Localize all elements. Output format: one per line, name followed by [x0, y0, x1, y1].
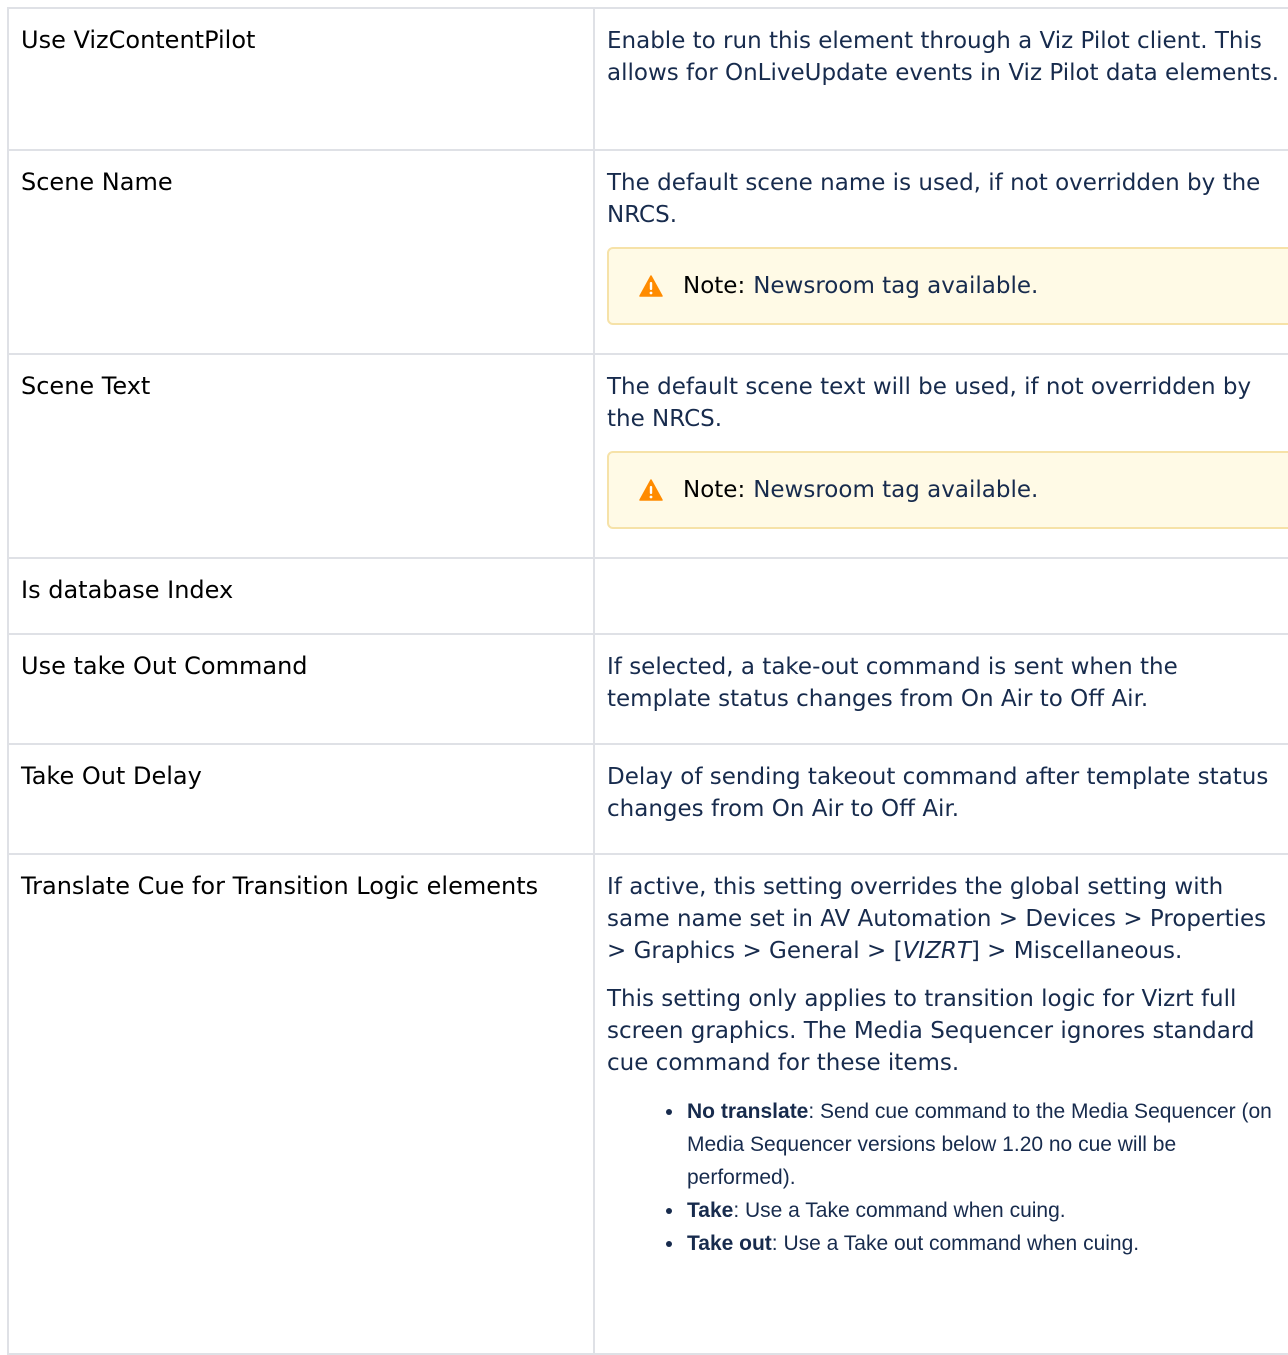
description-text-2: This setting only applies to transition … [607, 986, 1255, 1076]
table-row: Use VizContentPilot Enable to run this e… [7, 7, 1288, 151]
property-name: Take Out Delay [7, 743, 595, 855]
table-row: Is database Index [7, 557, 1288, 635]
description-text: If active, this setting overrides the gl… [607, 871, 1281, 967]
options-list: No translate: Send cue command to the Me… [607, 1095, 1281, 1260]
property-name: Scene Text [7, 353, 595, 559]
list-item: Take: Use a Take command when cuing. [685, 1194, 1281, 1227]
description-text: Enable to run this element through a Viz… [607, 28, 1280, 86]
table-row: Scene Text The default scene text will b… [7, 353, 1288, 559]
property-description: If active, this setting overrides the gl… [593, 853, 1288, 1355]
note-text: Newsroom tag available. [753, 273, 1039, 299]
option-text: : Use a Take command when cuing. [733, 1199, 1066, 1222]
property-name: Is database Index [7, 557, 595, 635]
properties-table: Use VizContentPilot Enable to run this e… [7, 7, 1288, 1355]
option-label: Take out [687, 1232, 772, 1255]
property-name: Use take Out Command [7, 633, 595, 745]
property-description: The default scene text will be used, if … [593, 353, 1288, 559]
table-row: Take Out Delay Delay of sending takeout … [7, 743, 1288, 855]
description-text: Delay of sending takeout command after t… [607, 764, 1269, 822]
option-text: : Use a Take out command when cuing. [771, 1232, 1140, 1255]
warning-icon [639, 275, 663, 297]
note-panel: Note: Newsroom tag available. [607, 451, 1288, 529]
table-row: Translate Cue for Transition Logic eleme… [7, 853, 1288, 1355]
note-text: Newsroom tag available. [753, 477, 1039, 503]
list-item: No translate: Send cue command to the Me… [685, 1095, 1281, 1194]
table-row: Scene Name The default scene name is use… [7, 149, 1288, 355]
property-name: Translate Cue for Transition Logic eleme… [7, 853, 595, 1355]
warning-icon [639, 479, 663, 501]
property-name: Scene Name [7, 149, 595, 355]
option-label: No translate [687, 1100, 809, 1123]
note-title: Note: [683, 273, 746, 299]
property-description [593, 557, 1288, 635]
property-description: The default scene name is used, if not o… [593, 149, 1288, 355]
description-text: The default scene name is used, if not o… [607, 170, 1261, 228]
description-text: The default scene text will be used, if … [607, 374, 1252, 432]
note-title: Note: [683, 477, 746, 503]
option-label: Take [687, 1199, 734, 1222]
property-description: Enable to run this element through a Viz… [593, 7, 1288, 151]
table-row: Use take Out Command If selected, a take… [7, 633, 1288, 745]
property-description: If selected, a take-out command is sent … [593, 633, 1288, 745]
property-description: Delay of sending takeout command after t… [593, 743, 1288, 855]
description-text: If selected, a take-out command is sent … [607, 654, 1178, 712]
list-item: Take out: Use a Take out command when cu… [685, 1227, 1281, 1260]
property-name: Use VizContentPilot [7, 7, 595, 151]
note-panel: Note: Newsroom tag available. [607, 247, 1288, 325]
description-italic: VIZRT [902, 938, 971, 964]
description-suffix: ] > Miscellaneous. [970, 938, 1183, 964]
